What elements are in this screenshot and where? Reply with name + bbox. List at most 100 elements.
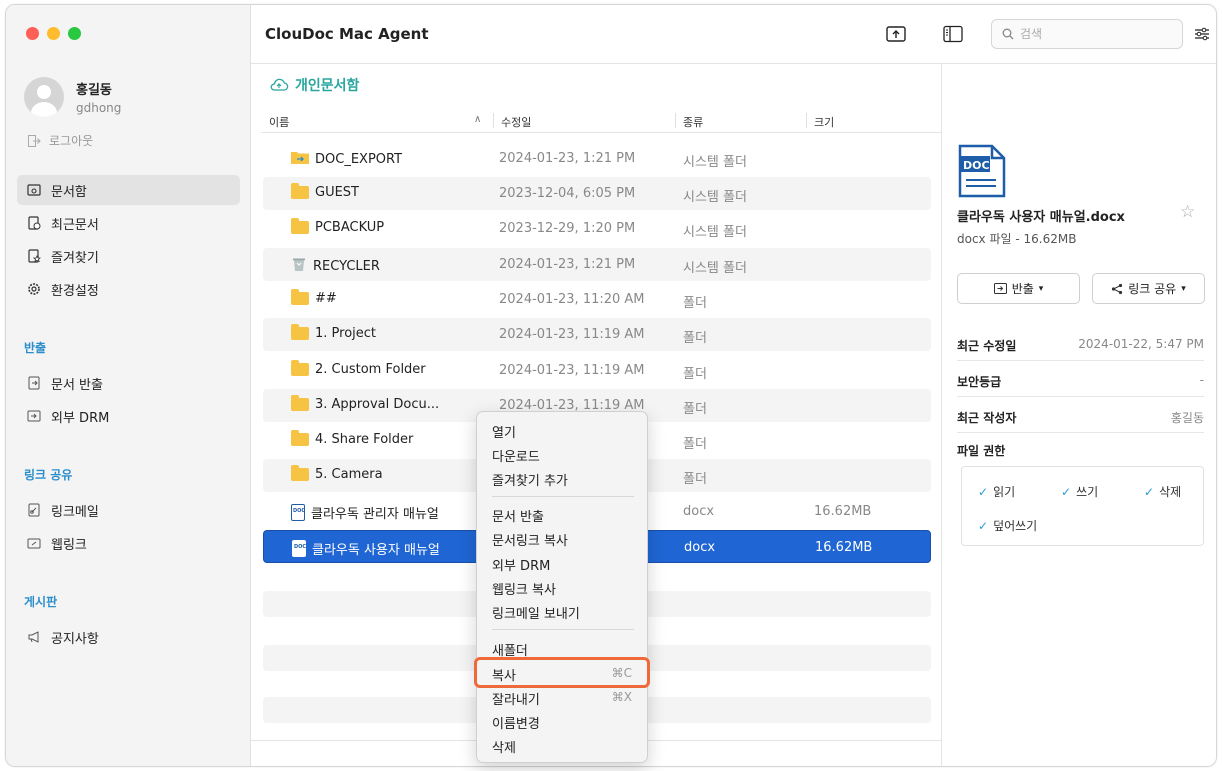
logout-button[interactable]: 로그아웃 [28,132,93,149]
app-title: ClouDoc Mac Agent [265,25,429,43]
avatar [24,77,64,117]
sort-asc-icon[interactable]: ∧ [474,114,481,125]
column-type[interactable]: 종류 [683,114,703,130]
table-row[interactable]: 2. Custom Folder 2024-01-23, 11:19 AM 폴더 [263,354,931,387]
external-drm-icon [27,409,41,423]
menu-item-copy-web-link[interactable]: 웹링크 복사 [492,579,556,598]
table-row[interactable]: PCBACKUP 2023-12-29, 1:20 PM 시스템 폴더 [263,212,931,245]
selected-file-info: docx 파일 - 16.62MB [957,232,1077,246]
table-row[interactable]: RECYCLER 2024-01-23, 1:21 PM 시스템 폴더 [263,248,931,281]
permission-box: ✓ 읽기 ✓ 쓰기 ✓ 삭제 ✓ 덮어쓰기 [961,466,1204,546]
export-button-label: 반출 [1011,282,1034,296]
export-folder-icon [291,150,309,168]
logout-label: 로그아웃 [49,134,94,148]
section-title-board: 게시판 [24,595,58,609]
file-type: 시스템 폴더 [683,261,747,276]
sidebar-item-web-link[interactable]: 웹링크 [17,528,240,558]
share-dropdown-button[interactable]: 링크 공유 ▾ [1092,273,1205,304]
table-row[interactable]: GUEST 2023-12-04, 6:05 PM 시스템 폴더 [263,177,931,210]
perm-label: 쓰기 [1076,485,1099,499]
menu-item-download[interactable]: 다운로드 [492,446,540,465]
perm-label: 삭제 [1159,485,1182,499]
user-name: 홍길동 [76,83,112,98]
menu-item-doc-export[interactable]: 문서 반출 [492,506,544,525]
upload-icon[interactable] [884,23,908,45]
search-box[interactable] [991,19,1183,49]
menu-item-cut[interactable]: 잘라내기 [492,689,540,708]
sidebar-item-link-mail[interactable]: 링크메일 [17,495,240,525]
prop-value: 홍길동 [1170,411,1204,425]
check-icon: ✓ [1061,484,1072,499]
user-profile: 홍길동 gdhong [24,77,121,117]
window-controls [26,27,81,40]
favorite-doc-icon [27,249,41,263]
menu-item-add-favorite[interactable]: 즐겨찾기 추가 [492,470,568,489]
docx-large-icon: DOC [958,144,1006,198]
file-name: 5. Camera [315,467,383,482]
zoom-window-button[interactable] [68,27,81,40]
column-size[interactable]: 크기 [814,114,834,130]
folder-icon [291,218,309,234]
file-type: 폴더 [683,367,707,382]
close-window-button[interactable] [26,27,39,40]
sidebar-item-doc-export[interactable]: 문서 반출 [17,368,240,398]
sidebar-item-label: 웹링크 [51,537,87,553]
file-type: 시스템 폴더 [683,155,747,170]
context-menu: 열기 다운로드 즐겨찾기 추가 문서 반출 문서링크 복사 외부 DRM 웹링크… [476,411,648,763]
sidebar-item-notice[interactable]: 공지사항 [17,622,240,652]
breadcrumb[interactable]: 개인문서함 [269,75,359,95]
menu-item-send-link-mail[interactable]: 링크메일 보내기 [492,603,580,622]
file-name: RECYCLER [313,258,380,274]
perm-write: ✓ 쓰기 [1061,483,1098,500]
prop-key: 최근 작성자 [957,411,1017,425]
sidebar-item-inbox[interactable]: 문서함 [17,175,240,205]
star-icon[interactable]: ☆ [1180,202,1195,222]
sidebar-item-label: 문서함 [51,184,87,200]
shortcut-cut: ⌘X [611,690,632,704]
section-title-link-share: 링크 공유 [24,468,73,482]
sidebar-item-label: 즐겨찾기 [51,250,99,266]
column-name[interactable]: 이름 [269,114,289,130]
export-icon [993,283,1007,294]
sidebar-item-recent[interactable]: 최근문서 [17,208,240,238]
search-input[interactable] [1020,27,1170,41]
minimize-window-button[interactable] [47,27,60,40]
sidebar-toggle-icon[interactable] [941,23,965,45]
menu-item-rename[interactable]: 이름변경 [492,713,540,732]
table-row[interactable]: 1. Project 2024-01-23, 11:19 AM 폴더 [263,318,931,351]
export-dropdown-button[interactable]: 반출 ▾ [957,273,1080,304]
share-icon [1112,283,1123,294]
menu-item-external-drm[interactable]: 외부 DRM [492,555,550,574]
file-type: 폴더 [683,472,707,487]
menu-item-copy-doc-link[interactable]: 문서링크 복사 [492,530,568,549]
sidebar-item-external-drm[interactable]: 외부 DRM [17,401,240,431]
file-type: docx [683,504,715,519]
table-row[interactable]: DOC_EXPORT 2024-01-23, 1:21 PM 시스템 폴더 [263,142,931,175]
file-date: 2024-01-23, 1:21 PM [499,257,636,272]
file-type: 폴더 [683,402,707,417]
prop-author: 최근 작성자 홍길동 [957,398,1204,433]
file-name: 클라우독 관리자 매뉴얼 [311,507,439,522]
menu-item-delete[interactable]: 삭제 [492,737,516,756]
file-type: 폴더 [683,296,707,311]
sidebar-item-favorites[interactable]: 즐겨찾기 [17,241,240,271]
folder-icon [291,183,309,199]
menu-item-open[interactable]: 열기 [492,422,516,441]
sidebar-item-label: 문서 반출 [51,377,103,393]
chevron-down-icon: ▾ [1181,283,1186,294]
column-divider [675,113,676,128]
file-name: 2. Custom Folder [315,362,426,377]
file-type: 시스템 폴더 [683,225,747,240]
file-type: docx [684,540,716,555]
file-type: 폴더 [683,437,707,452]
sidebar-item-settings[interactable]: 환경설정 [17,274,240,304]
perm-delete: ✓ 삭제 [1144,483,1181,500]
table-row[interactable]: ## 2024-01-23, 11:20 AM 폴더 [263,283,931,316]
column-date[interactable]: 수정일 [501,114,531,130]
menu-divider [492,629,634,630]
file-type: 폴더 [683,331,707,346]
file-date: 2024-01-23, 11:19 AM [499,327,645,342]
export-doc-icon [27,376,41,390]
filter-settings-icon[interactable] [1190,23,1214,45]
folder-icon [291,324,309,340]
